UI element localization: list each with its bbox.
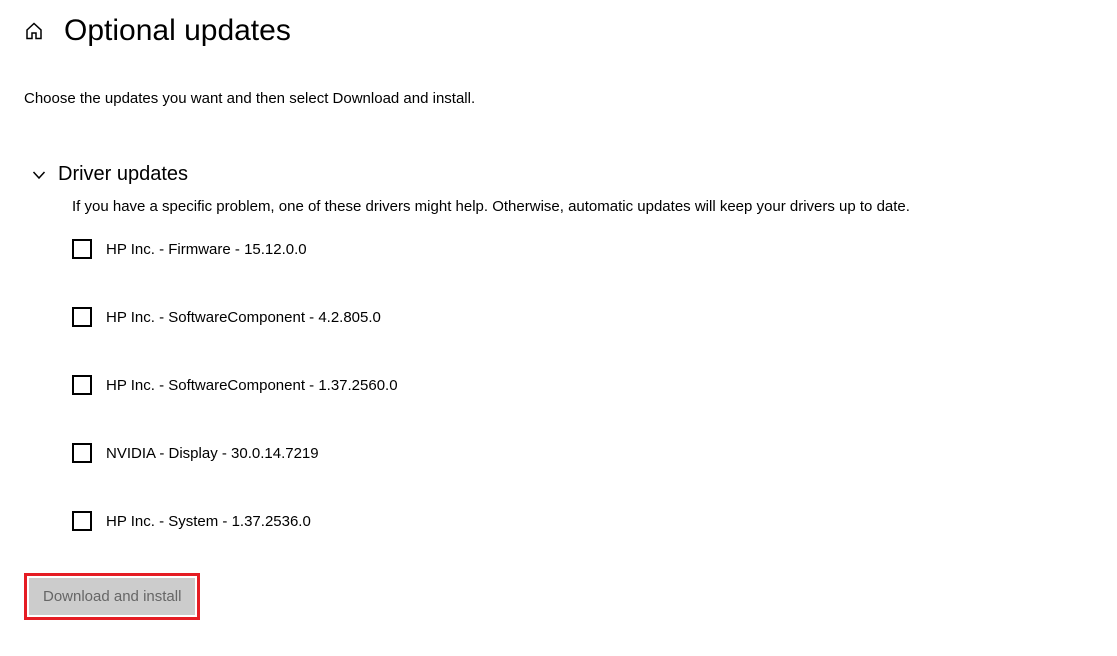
update-label: NVIDIA - Display - 30.0.14.7219 bbox=[106, 445, 319, 462]
download-and-install-button[interactable]: Download and install bbox=[29, 578, 195, 615]
update-checkbox[interactable] bbox=[72, 443, 92, 463]
update-label: HP Inc. - System - 1.37.2536.0 bbox=[106, 513, 311, 530]
update-label: HP Inc. - SoftwareComponent - 4.2.805.0 bbox=[106, 309, 381, 326]
section-title: Driver updates bbox=[58, 163, 188, 186]
update-item: HP Inc. - SoftwareComponent - 1.37.2560.… bbox=[72, 375, 1093, 395]
section-description: If you have a specific problem, one of t… bbox=[72, 198, 1093, 215]
instruction-text: Choose the updates you want and then sel… bbox=[24, 90, 1093, 107]
update-item: HP Inc. - SoftwareComponent - 4.2.805.0 bbox=[72, 307, 1093, 327]
page-header: Optional updates bbox=[24, 14, 1093, 48]
update-checkbox[interactable] bbox=[72, 511, 92, 531]
update-list: HP Inc. - Firmware - 15.12.0.0 HP Inc. -… bbox=[72, 239, 1093, 531]
home-icon[interactable] bbox=[24, 21, 44, 41]
page-title: Optional updates bbox=[64, 14, 291, 48]
update-checkbox[interactable] bbox=[72, 239, 92, 259]
update-checkbox[interactable] bbox=[72, 307, 92, 327]
download-button-highlight: Download and install bbox=[24, 573, 200, 620]
driver-updates-toggle[interactable]: Driver updates bbox=[32, 163, 1093, 186]
update-label: HP Inc. - SoftwareComponent - 1.37.2560.… bbox=[106, 377, 398, 394]
update-item: NVIDIA - Display - 30.0.14.7219 bbox=[72, 443, 1093, 463]
update-item: HP Inc. - System - 1.37.2536.0 bbox=[72, 511, 1093, 531]
chevron-down-icon bbox=[32, 168, 46, 182]
update-checkbox[interactable] bbox=[72, 375, 92, 395]
update-label: HP Inc. - Firmware - 15.12.0.0 bbox=[106, 241, 307, 258]
update-item: HP Inc. - Firmware - 15.12.0.0 bbox=[72, 239, 1093, 259]
